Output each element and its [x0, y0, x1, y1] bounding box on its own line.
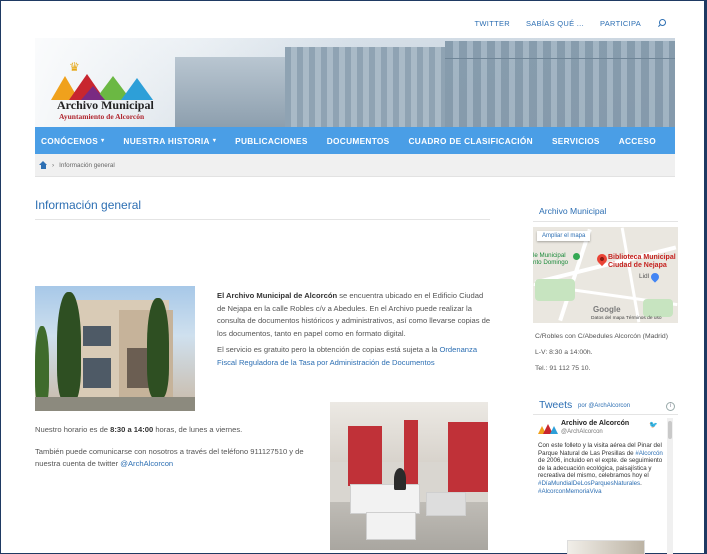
- map-poi-icon: [573, 253, 580, 260]
- reading-room-photo: [330, 402, 488, 550]
- twitter-handle-link[interactable]: @ArchAlcorcon: [120, 459, 173, 468]
- tweet-author[interactable]: Archivo de Alcorcón: [561, 420, 629, 427]
- tweets-by-link[interactable]: por @ArchAlcorcon: [578, 403, 630, 409]
- hashtag-link[interactable]: #DíaMundialDeLosParquesNaturales: [538, 480, 640, 487]
- contact-text: También puede comunicarse con nosotros a…: [35, 446, 320, 469]
- fee-text: El servicio es gratuito pero la obtenció…: [217, 345, 440, 355]
- hours-time: 8:30 a 14:00: [110, 425, 154, 434]
- tweets-scrollbar[interactable]: [667, 418, 673, 554]
- tweet-media-thumbnail[interactable]: [567, 540, 645, 554]
- twitter-link[interactable]: TWITTER: [475, 19, 510, 28]
- tweet-card[interactable]: Archivo de Alcorcón @ArchAlcorcon 🐦 Con …: [537, 418, 665, 554]
- photo-tree: [35, 326, 49, 406]
- map-footer[interactable]: Datos del mapa Términos de uso: [591, 316, 662, 321]
- intro-strong: El Archivo Municipal de Alcorcón: [217, 291, 338, 300]
- tweet-body: Con este folleto y la visita aérea del P…: [538, 442, 665, 495]
- opening-hours: Nuestro horario es de 8:30 a 14:00 horas…: [35, 424, 320, 436]
- header-banner: ♛ Archivo Municipal Ayuntamiento de Alco…: [35, 38, 675, 127]
- participa-link[interactable]: PARTICIPA: [600, 19, 641, 28]
- photo-desk: [350, 484, 420, 514]
- info-icon[interactable]: i: [666, 402, 675, 411]
- map-place-line: Biblioteca Municipal: [608, 254, 676, 261]
- sidebar-title: Archivo Municipal: [539, 206, 607, 216]
- photo-window: [83, 358, 111, 388]
- photo-red-panel: [348, 426, 382, 486]
- nav-item-publicaciones[interactable]: PUBLICACIONES: [235, 136, 308, 146]
- map-label: nto Domingo: [533, 259, 569, 266]
- intro-paragraph: El Archivo Municipal de Alcorcón se encu…: [217, 290, 492, 340]
- nav-item-documentos[interactable]: DOCUMENTOS: [327, 136, 390, 146]
- photo-red-panel: [404, 420, 418, 490]
- banner-building: [445, 41, 675, 127]
- nav-label: CONÓCENOS: [41, 135, 99, 146]
- main-nav: CONÓCENOS ▾ NUESTRA HISTORIA ▾ PUBLICACION…: [35, 127, 675, 154]
- location-map[interactable]: Ampliar el mapa le Municipal nto Domingo…: [533, 227, 678, 323]
- tweet-handle[interactable]: @ArchAlcorcon: [561, 429, 603, 435]
- hours-post: horas, de lunes a viernes.: [153, 425, 243, 434]
- twitter-bird-icon: 🐦: [649, 422, 658, 429]
- enlarge-map-link[interactable]: Ampliar el mapa: [537, 231, 591, 241]
- top-links: TWITTER SABÍAS QUÉ ... PARTICIPA: [475, 18, 667, 28]
- sidebar-address: C/Robles con C/Abedules Alcorcón (Madrid…: [535, 333, 668, 340]
- search-icon[interactable]: [657, 18, 667, 28]
- sidebar-divider: [533, 221, 678, 222]
- map-place-label: Biblioteca Municipal Ciudad de Nejapa: [608, 254, 676, 270]
- nav-item-cuadro-clasificacion[interactable]: CUADRO DE CLASIFICACIÓN: [409, 136, 533, 146]
- photo-ground: [35, 397, 195, 411]
- chevron-down-icon: ▾: [212, 138, 217, 144]
- page-title: Información general: [35, 198, 142, 212]
- map-label: le Municipal: [533, 252, 566, 259]
- banner-building: [175, 57, 285, 127]
- photo-tree: [147, 298, 169, 398]
- logo-subtitle: Ayuntamiento de Alcorcón: [59, 112, 145, 121]
- nav-item-servicios[interactable]: SERVICIOS: [552, 136, 600, 146]
- tweet-text: de 2006, incluido en el expte. de seguim…: [538, 457, 663, 480]
- banner-building-ledge: [445, 58, 675, 59]
- title-divider: [35, 219, 490, 220]
- hashtag-link[interactable]: #AlcorconMemoriaViva: [538, 488, 602, 495]
- photo-desk: [366, 512, 416, 540]
- tweet-text: .: [640, 479, 642, 487]
- photo-red-panel: [448, 422, 488, 492]
- nav-item-acceso[interactable]: ACCESO: [619, 136, 656, 146]
- breadcrumb-current: Información general: [59, 161, 115, 169]
- breadcrumb-separator: ›: [52, 161, 55, 169]
- hashtag-link[interactable]: #Alcorcón: [635, 450, 663, 457]
- map-place-line: Ciudad de Nejapa: [608, 262, 667, 269]
- home-icon[interactable]: [39, 161, 47, 169]
- photo-window: [83, 326, 111, 346]
- map-road: [620, 227, 641, 323]
- nav-label: NUESTRA HISTORIA: [123, 135, 210, 146]
- fee-paragraph: El servicio es gratuito pero la obtenció…: [217, 344, 492, 369]
- nav-item-conocenos[interactable]: CONÓCENOS ▾: [41, 136, 104, 146]
- scrollbar-thumb[interactable]: [668, 421, 672, 439]
- breadcrumb: › Información general: [35, 154, 675, 177]
- chevron-down-icon: ▾: [101, 138, 105, 144]
- sidebar-schedule: L-V: 8:30 a 14:00h.: [535, 349, 593, 356]
- photo-desk: [426, 492, 466, 516]
- map-park: [643, 299, 673, 317]
- building-photo: [35, 286, 195, 411]
- map-shop-label: Lidl: [639, 273, 650, 280]
- map-park: [535, 279, 575, 301]
- tweets-title: Tweets: [539, 399, 573, 411]
- nav-item-nuestra-historia[interactable]: NUESTRA HISTORIA ▾: [123, 136, 216, 146]
- banner-building: [285, 47, 445, 127]
- intro-text: El Archivo Municipal de Alcorcón se encu…: [217, 290, 492, 374]
- logo-title: Archivo Municipal: [57, 98, 154, 112]
- site-logo[interactable]: ♛ Archivo Municipal Ayuntamiento de Alco…: [47, 58, 167, 123]
- sabias-que-link[interactable]: SABÍAS QUÉ ...: [526, 19, 584, 28]
- tweets-divider: [533, 414, 678, 415]
- sidebar-phone: Tel.: 91 112 75 10.: [535, 365, 591, 372]
- map-shop-pin-icon: [649, 271, 661, 283]
- google-logo: Google: [593, 305, 621, 314]
- photo-tree: [57, 292, 81, 402]
- photo-person: [394, 468, 406, 490]
- hours-pre: Nuestro horario es de: [35, 425, 111, 434]
- avatar: [538, 424, 558, 434]
